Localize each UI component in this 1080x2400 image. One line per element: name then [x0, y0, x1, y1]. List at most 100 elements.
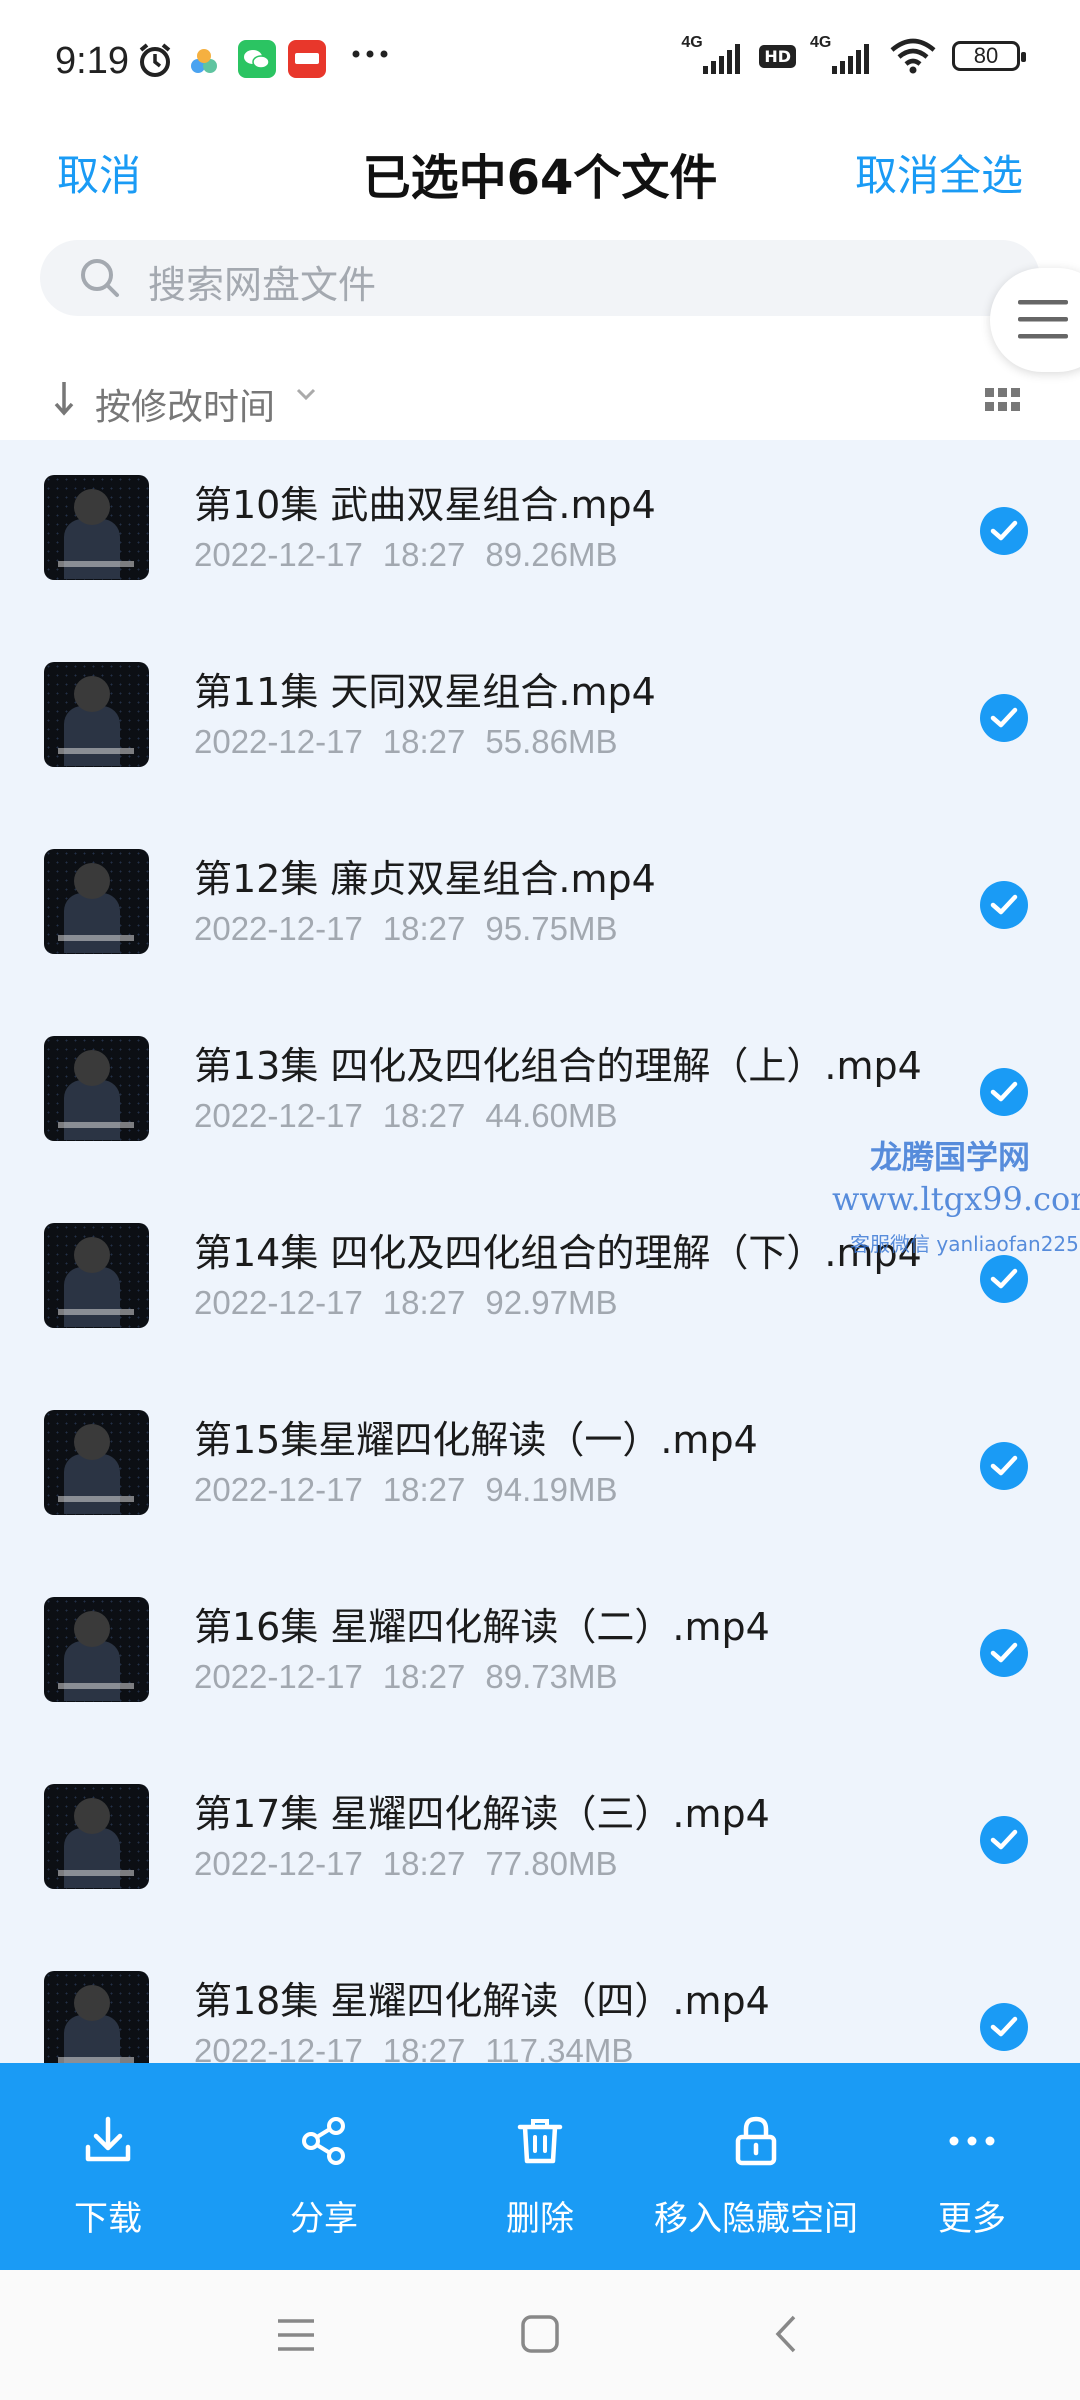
more-icon	[949, 2136, 995, 2146]
deselect-all-button[interactable]: 取消全选	[855, 142, 1023, 203]
file-size: 44.60MB	[485, 1097, 618, 1134]
file-row[interactable]: 第10集 武曲双星组合.mp4 2022-12-17 18:27 89.26MB	[0, 440, 1080, 627]
selected-check-icon[interactable]	[980, 1816, 1028, 1864]
file-meta: 2022-12-17 18:27 89.73MB	[194, 1658, 618, 1696]
delete-button[interactable]: 删除	[432, 2063, 648, 2270]
selected-check-icon[interactable]	[980, 1255, 1028, 1303]
file-name: 第18集 星耀四化解读（四）.mp4	[194, 1979, 770, 2023]
file-meta: 2022-12-17 18:27 77.80MB	[194, 1845, 618, 1883]
bottom-action-bar: 下载 分享 删除 移入隐藏空间 更多	[0, 2063, 1080, 2270]
wifi-icon	[890, 38, 936, 74]
search-icon	[78, 256, 122, 304]
more-button[interactable]: 更多	[864, 2063, 1080, 2270]
file-meta: 2022-12-17 18:27 92.97MB	[194, 1284, 618, 1322]
video-thumbnail	[44, 1223, 149, 1328]
selected-check-icon[interactable]	[980, 1629, 1028, 1677]
selected-check-icon[interactable]	[980, 2003, 1028, 2051]
file-row[interactable]: 第15集星耀四化解读（一）.mp4 2022-12-17 18:27 94.19MB	[0, 1375, 1080, 1562]
status-right-group: 4G HD 4G 80	[681, 34, 1026, 74]
file-size: 55.86MB	[485, 723, 618, 760]
file-time: 18:27	[382, 723, 466, 760]
status-bar: 9:19 4G HD 4G 80	[0, 0, 1080, 120]
home-icon[interactable]	[520, 2314, 560, 2358]
recent-apps-icon[interactable]	[276, 2315, 316, 2359]
file-row[interactable]: 第11集 天同双星组合.mp4 2022-12-17 18:27 55.86MB	[0, 627, 1080, 814]
app-notification-icon	[188, 46, 222, 80]
trash-icon	[517, 2119, 563, 2164]
back-icon[interactable]	[770, 2314, 802, 2358]
share-icon	[302, 2117, 345, 2165]
file-name: 第10集 武曲双星组合.mp4	[194, 483, 656, 527]
signal-bars-icon	[703, 44, 741, 74]
hd-badge: HD	[759, 44, 796, 68]
battery-indicator: 80	[952, 41, 1026, 71]
file-size: 94.19MB	[485, 1471, 618, 1508]
video-thumbnail	[44, 1036, 149, 1141]
selected-check-icon[interactable]	[980, 1068, 1028, 1116]
search-input[interactable]: 搜索网盘文件	[40, 240, 1040, 316]
file-date: 2022-12-17	[194, 1658, 363, 1695]
file-size: 89.73MB	[485, 1658, 618, 1695]
system-nav-bar	[0, 2270, 1080, 2400]
share-button[interactable]: 分享	[216, 2063, 432, 2270]
wechat-icon	[238, 40, 276, 82]
video-thumbnail	[44, 1410, 149, 1515]
file-time: 18:27	[382, 910, 466, 947]
move-to-hidden-space-button[interactable]: 移入隐藏空间	[648, 2063, 864, 2270]
file-date: 2022-12-17	[194, 1471, 363, 1508]
download-button[interactable]: 下载	[0, 2063, 216, 2270]
file-row[interactable]: 第14集 四化及四化组合的理解（下）.mp4 2022-12-17 18:27 92.…	[0, 1188, 1080, 1375]
signal-1: 4G	[681, 34, 745, 74]
file-size: 92.97MB	[485, 1284, 618, 1321]
file-time: 18:27	[382, 1471, 466, 1508]
file-meta: 2022-12-17 18:27 89.26MB	[194, 536, 618, 574]
video-thumbnail	[44, 1784, 149, 1889]
file-row[interactable]: 第12集 廉贞双星组合.mp4 2022-12-17 18:27 95.75MB	[0, 814, 1080, 1001]
sort-arrow-icon	[52, 378, 76, 422]
file-date: 2022-12-17	[194, 910, 363, 947]
alarm-icon	[135, 40, 175, 84]
signal-bars-icon	[832, 44, 869, 74]
selected-check-icon[interactable]	[980, 1442, 1028, 1490]
file-meta: 2022-12-17 18:27 117.34MB	[194, 2032, 633, 2063]
more-label: 更多	[938, 2199, 1006, 2239]
sort-bar: 按修改时间	[0, 360, 1080, 440]
video-thumbnail	[44, 662, 149, 767]
file-list: 第10集 武曲双星组合.mp4 2022-12-17 18:27 89.26MB 第11…	[0, 440, 1080, 2063]
selected-check-icon[interactable]	[980, 507, 1028, 555]
file-name: 第17集 星耀四化解读（三）.mp4	[194, 1792, 770, 1836]
selected-check-icon[interactable]	[980, 881, 1028, 929]
file-date: 2022-12-17	[194, 1284, 363, 1321]
video-thumbnail	[44, 1597, 149, 1702]
download-label: 下载	[74, 2199, 142, 2239]
file-time: 18:27	[382, 1658, 466, 1695]
file-date: 2022-12-17	[194, 2032, 363, 2063]
file-row[interactable]: 第18集 星耀四化解读（四）.mp4 2022-12-17 18:27 117.34M…	[0, 1936, 1080, 2063]
file-meta: 2022-12-17 18:27 44.60MB	[194, 1097, 618, 1135]
file-name: 第16集 星耀四化解读（二）.mp4	[194, 1605, 770, 1649]
floating-menu-button[interactable]	[990, 268, 1080, 372]
download-icon	[85, 2116, 131, 2162]
search-placeholder: 搜索网盘文件	[148, 263, 377, 307]
file-size: 95.75MB	[485, 910, 618, 947]
file-date: 2022-12-17	[194, 1097, 363, 1134]
chevron-down-icon[interactable]	[295, 386, 317, 406]
sort-dropdown[interactable]: 按修改时间	[95, 378, 275, 430]
grid-view-icon[interactable]	[985, 388, 1021, 418]
video-thumbnail	[44, 1971, 149, 2063]
news-app-icon	[288, 40, 326, 82]
file-date: 2022-12-17	[194, 1845, 363, 1882]
file-name: 第12集 廉贞双星组合.mp4	[194, 857, 656, 901]
share-label: 分享	[290, 2199, 358, 2239]
file-meta: 2022-12-17 18:27 94.19MB	[194, 1471, 618, 1509]
move-to-hidden-space-label: 移入隐藏空间	[654, 2199, 858, 2239]
file-time: 18:27	[382, 536, 466, 573]
file-row[interactable]: 第13集 四化及四化组合的理解（上）.mp4 2022-12-17 18:27 44.…	[0, 1001, 1080, 1188]
selected-check-icon[interactable]	[980, 694, 1028, 742]
file-row[interactable]: 第16集 星耀四化解读（二）.mp4 2022-12-17 18:27 89.73MB	[0, 1562, 1080, 1749]
file-name: 第14集 四化及四化组合的理解（下）.mp4	[194, 1231, 922, 1275]
file-date: 2022-12-17	[194, 536, 363, 573]
file-row[interactable]: 第17集 星耀四化解读（三）.mp4 2022-12-17 18:27 77.80MB	[0, 1749, 1080, 1936]
file-date: 2022-12-17	[194, 723, 363, 760]
file-size: 89.26MB	[485, 536, 618, 573]
